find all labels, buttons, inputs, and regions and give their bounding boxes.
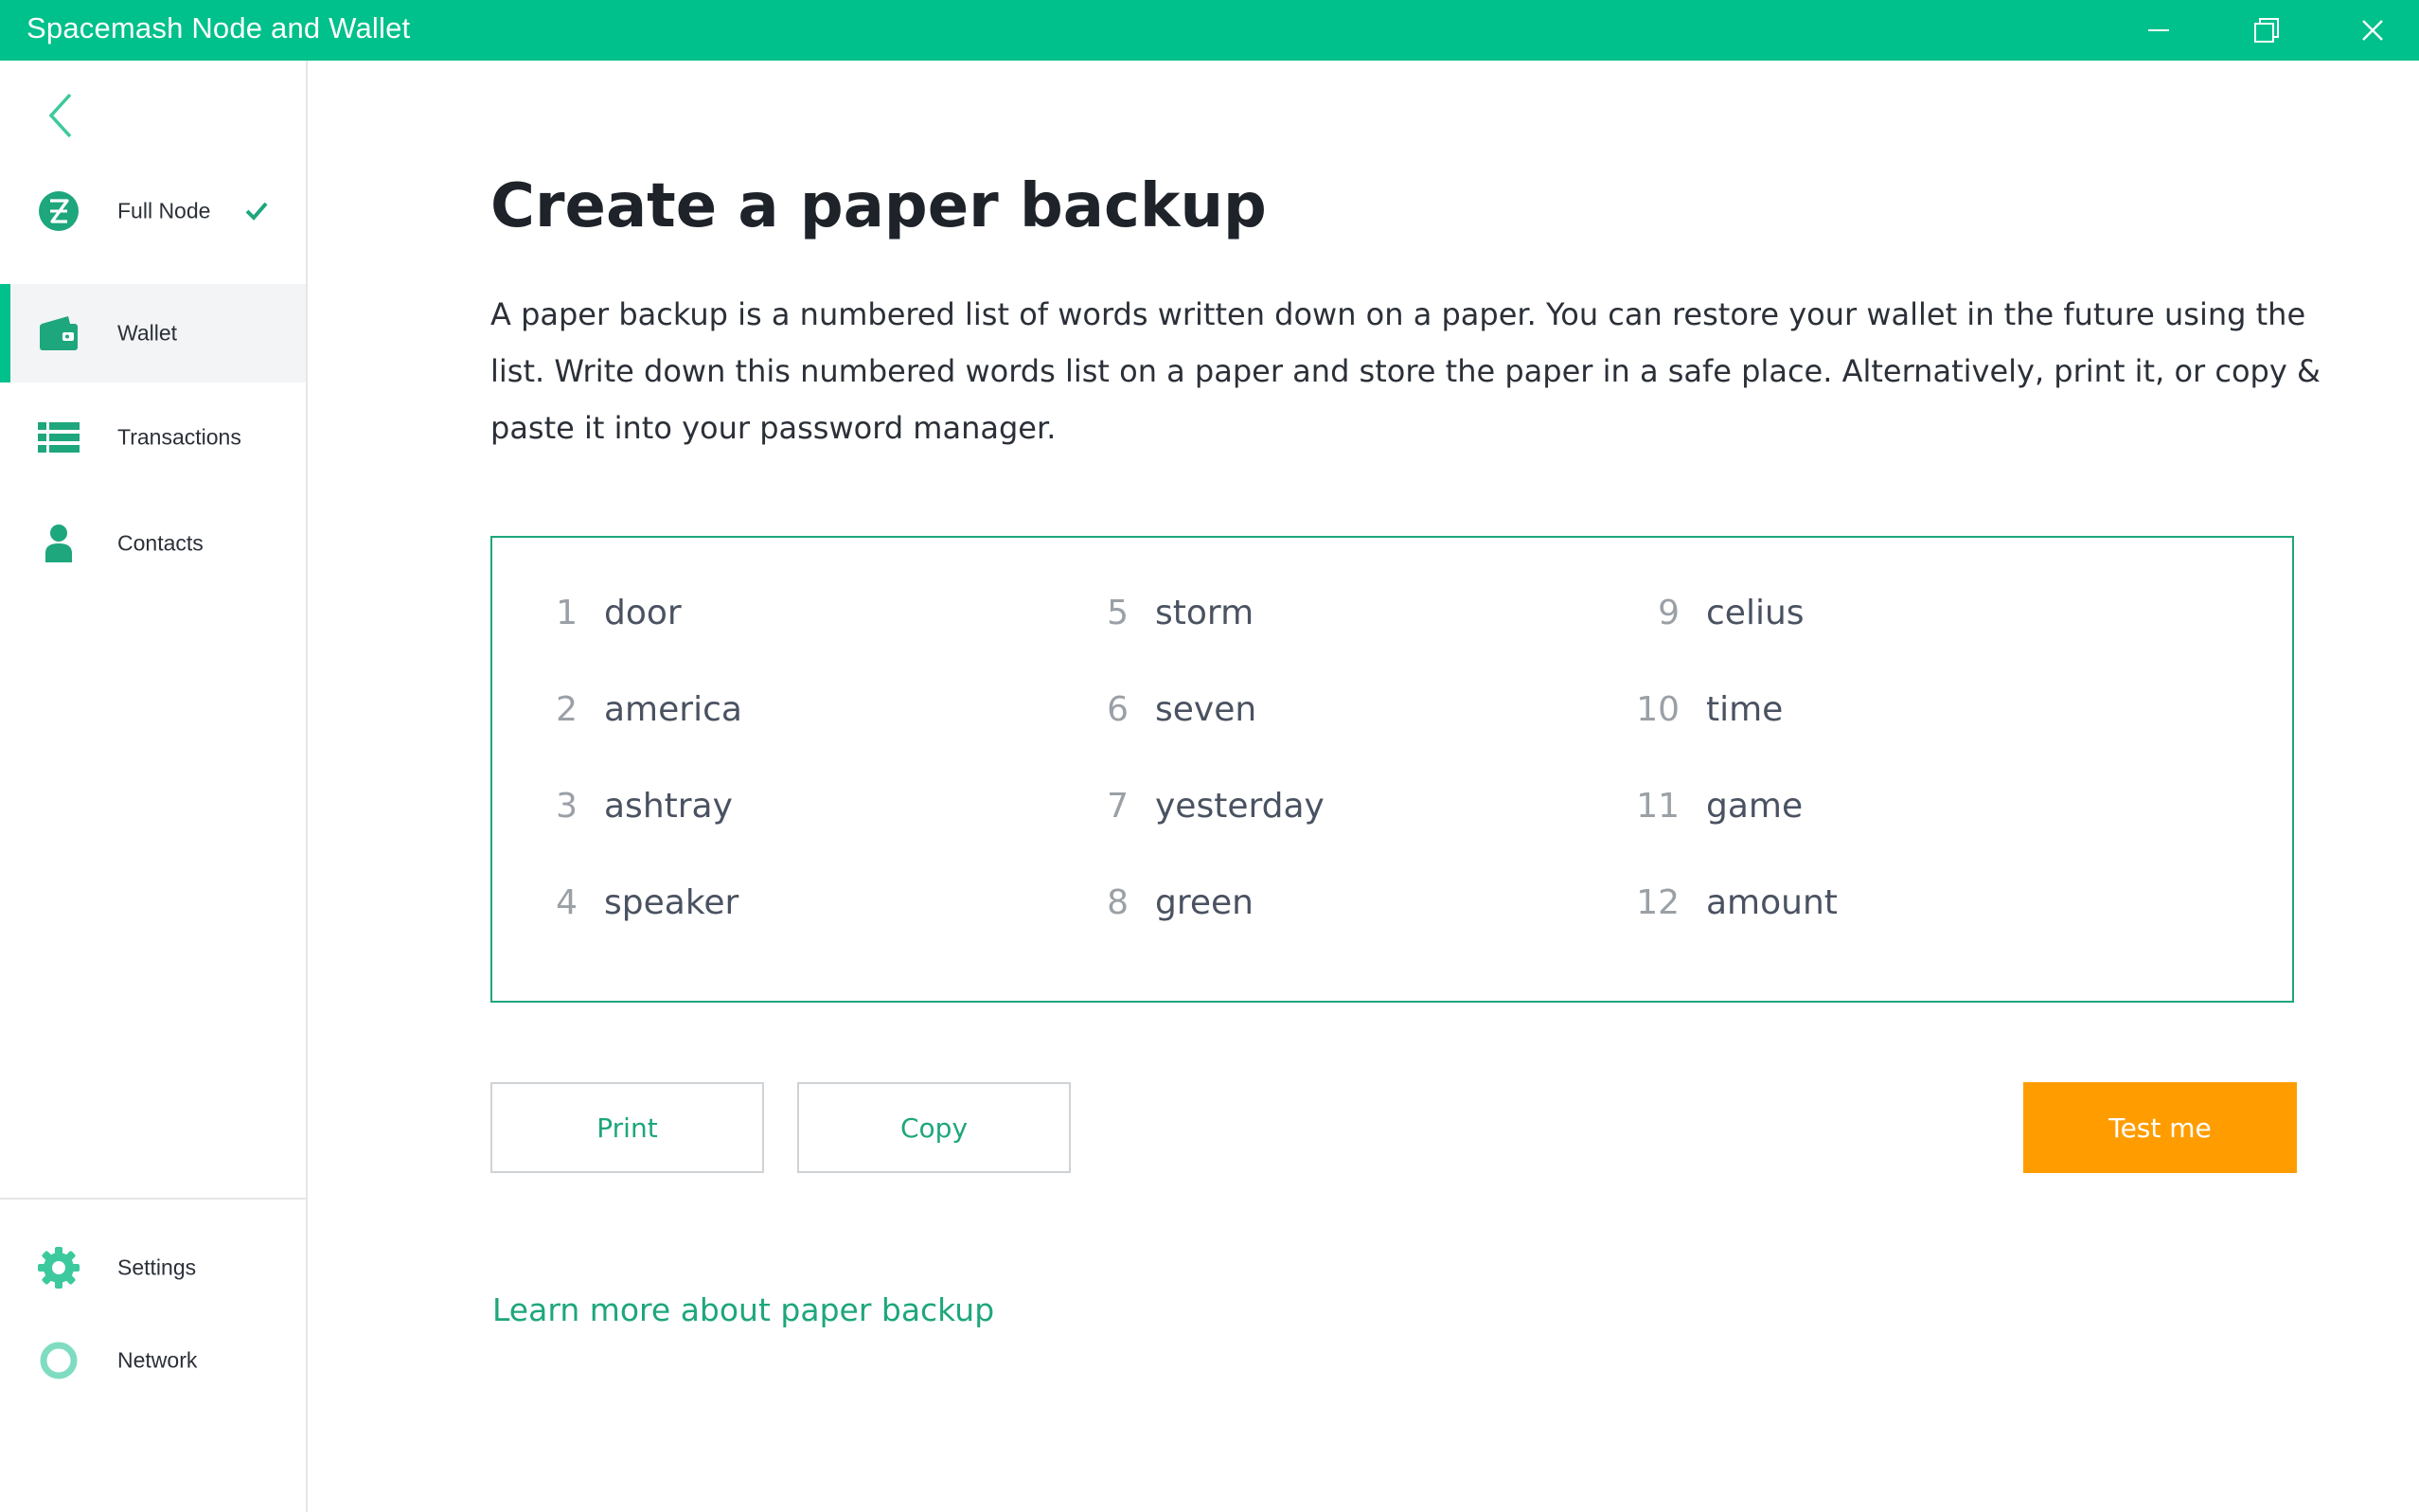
sidebar-item-label: Contacts [117, 530, 204, 556]
restore-button[interactable] [2229, 8, 2304, 53]
word-item: 2 america [492, 682, 742, 738]
word-number: 2 [556, 690, 578, 729]
close-button[interactable] [2335, 8, 2410, 53]
word-text: seven [1155, 690, 1257, 729]
ring-icon [40, 1342, 78, 1379]
word-number: 9 [1658, 594, 1680, 632]
word-text: storm [1155, 594, 1254, 632]
word-number: 7 [1107, 787, 1129, 826]
sidebar-item-label: Wallet [117, 320, 178, 346]
wallet-icon [40, 316, 78, 350]
test-me-button[interactable]: Test me [2023, 1082, 2297, 1173]
word-item: 3 ashtray [492, 778, 733, 835]
word-number: 11 [1636, 787, 1680, 826]
minimize-button[interactable] [2121, 8, 2197, 53]
gear-icon [38, 1247, 80, 1289]
word-text: ashtray [604, 787, 733, 826]
word-text: game [1706, 787, 1804, 826]
close-icon [2362, 20, 2383, 41]
sidebar-item-label: Full Node [117, 198, 211, 223]
description-text: A paper backup is a numbered list of wor… [490, 296, 2321, 446]
word-item: 11 game [1594, 778, 1803, 835]
page-title: Create a paper backup [490, 171, 1267, 241]
word-number: 5 [1107, 594, 1129, 632]
sidebar-item-transactions[interactable]: Transactions [0, 388, 306, 487]
list-icon [38, 422, 80, 453]
word-number: 6 [1107, 690, 1129, 729]
title-bar: Spacemash Node and Wallet [0, 0, 2419, 61]
word-text: america [604, 690, 742, 729]
word-item: 7 yesterday [1043, 778, 1325, 835]
sidebar-item-label: Transactions [117, 424, 241, 450]
word-number: 1 [556, 594, 578, 632]
word-item: 9 celius [1594, 585, 1804, 642]
restore-icon [2254, 18, 2279, 43]
word-number: 12 [1636, 883, 1680, 922]
sidebar-item-label: Network [117, 1347, 198, 1373]
sidebar-item-full-node[interactable]: Full Node [0, 162, 306, 260]
print-button[interactable]: Print [490, 1082, 764, 1173]
check-icon [245, 202, 268, 221]
minimize-icon [2148, 29, 2169, 31]
sidebar-item-settings[interactable]: Settings [0, 1218, 306, 1317]
word-number: 10 [1636, 690, 1680, 729]
word-item: 4 speaker [492, 875, 738, 932]
word-number: 3 [556, 787, 578, 826]
sidebar-item-network[interactable]: Network [0, 1311, 306, 1410]
word-item: 1 door [492, 585, 682, 642]
word-text: time [1706, 690, 1784, 729]
chevron-left-icon [48, 93, 72, 138]
learn-more-link[interactable]: Learn more about paper backup [492, 1291, 994, 1328]
word-item: 12 amount [1594, 875, 1838, 932]
sidebar-divider [0, 1198, 306, 1200]
back-button[interactable] [40, 87, 83, 144]
spacemesh-logo-icon [39, 191, 79, 231]
main-content: Create a paper backup A paper backup is … [308, 61, 2419, 1512]
sidebar-item-contacts[interactable]: Contacts [0, 494, 306, 593]
person-icon [45, 525, 72, 562]
words-list-box: 1 door 2 america 3 ashtray 4 speaker 5 s… [490, 536, 2294, 1003]
word-number: 8 [1107, 883, 1129, 922]
window-title: Spacemash Node and Wallet [27, 11, 411, 44]
word-item: 8 green [1043, 875, 1254, 932]
copy-button[interactable]: Copy [797, 1082, 1071, 1173]
sidebar-item-wallet[interactable]: Wallet [0, 284, 306, 382]
word-text: amount [1706, 883, 1838, 922]
word-text: green [1155, 883, 1254, 922]
sidebar-item-label: Settings [117, 1254, 197, 1280]
word-number: 4 [556, 883, 578, 922]
word-text: yesterday [1155, 787, 1325, 826]
word-text: celius [1706, 594, 1805, 632]
word-item: 10 time [1594, 682, 1783, 738]
word-item: 5 storm [1043, 585, 1254, 642]
word-text: door [604, 594, 682, 632]
word-text: speaker [604, 883, 739, 922]
word-item: 6 seven [1043, 682, 1256, 738]
sidebar: Full Node Wallet Transactions Contacts S… [0, 61, 308, 1512]
